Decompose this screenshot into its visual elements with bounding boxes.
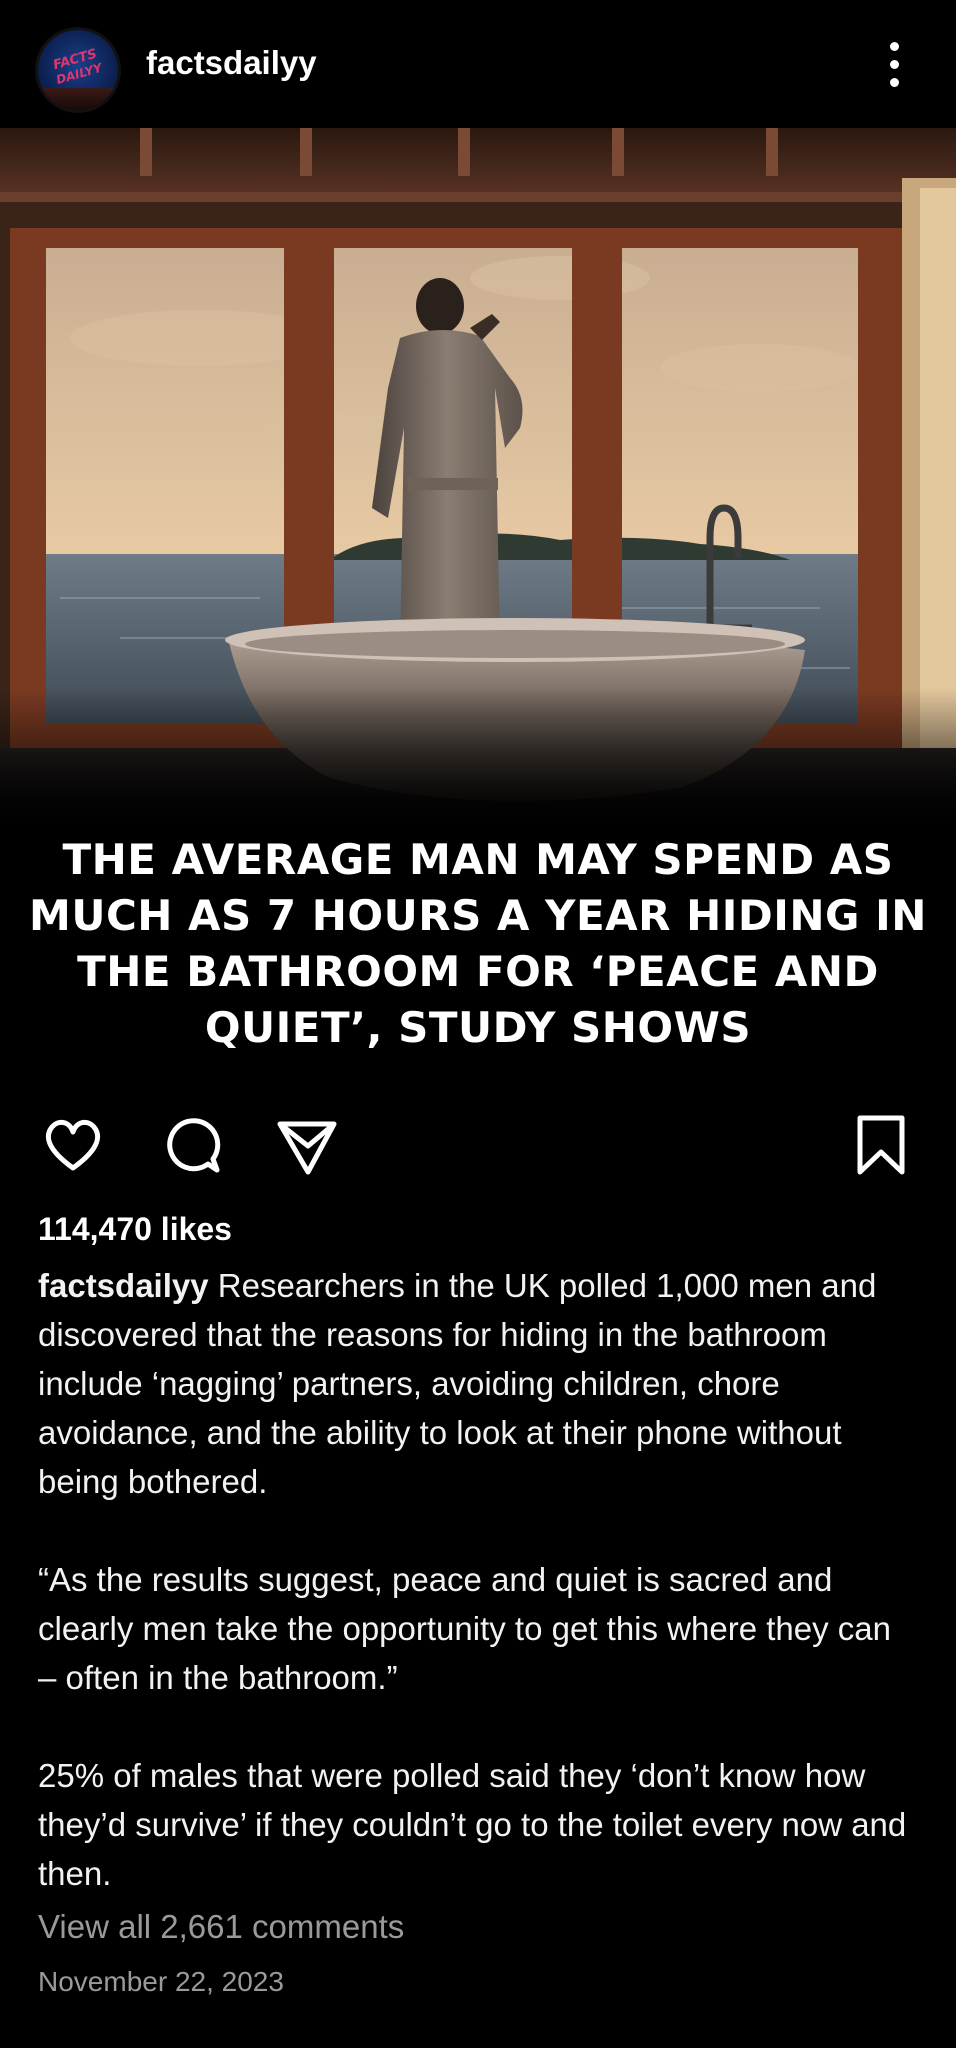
avatar[interactable]: FACTS DAILYY xyxy=(38,30,118,110)
comment-icon xyxy=(167,1118,221,1173)
share-button[interactable] xyxy=(272,1110,342,1180)
bookmark-icon xyxy=(857,1115,905,1175)
caption-paragraph-1: factsdailyy Researchers in the UK polled… xyxy=(38,1261,918,1506)
heart-icon xyxy=(45,1119,101,1171)
caption-username[interactable]: factsdailyy xyxy=(38,1267,209,1304)
action-bar xyxy=(0,1104,956,1184)
caption-paragraph-2: “As the results suggest, peace and quiet… xyxy=(38,1561,891,1696)
post-header: FACTS DAILYY factsdailyy xyxy=(0,0,956,128)
post-headline: THE AVERAGE MAN MAY SPEND AS MUCH AS 7 H… xyxy=(29,835,927,1052)
more-vertical-icon-dot xyxy=(890,78,899,87)
post-image[interactable] xyxy=(0,128,956,828)
save-button[interactable] xyxy=(846,1110,916,1180)
view-all-comments-link[interactable]: View all 2,661 comments xyxy=(38,1908,404,1946)
likes-count[interactable]: 114,470 likes xyxy=(38,1211,232,1248)
more-vertical-icon xyxy=(890,42,899,51)
like-button[interactable] xyxy=(38,1110,108,1180)
send-icon xyxy=(277,1121,337,1175)
more-options-button[interactable] xyxy=(874,36,914,92)
avatar-city-silhouette xyxy=(38,88,118,110)
caption-paragraph-3: 25% of males that were polled said they … xyxy=(38,1757,907,1892)
caption: factsdailyy Researchers in the UK polled… xyxy=(38,1261,918,1898)
post-date: November 22, 2023 xyxy=(38,1966,284,1997)
more-vertical-icon-dot xyxy=(890,60,899,69)
bathroom-photo xyxy=(0,128,956,828)
comment-button[interactable] xyxy=(156,1110,226,1180)
username[interactable]: factsdailyy xyxy=(146,44,317,82)
